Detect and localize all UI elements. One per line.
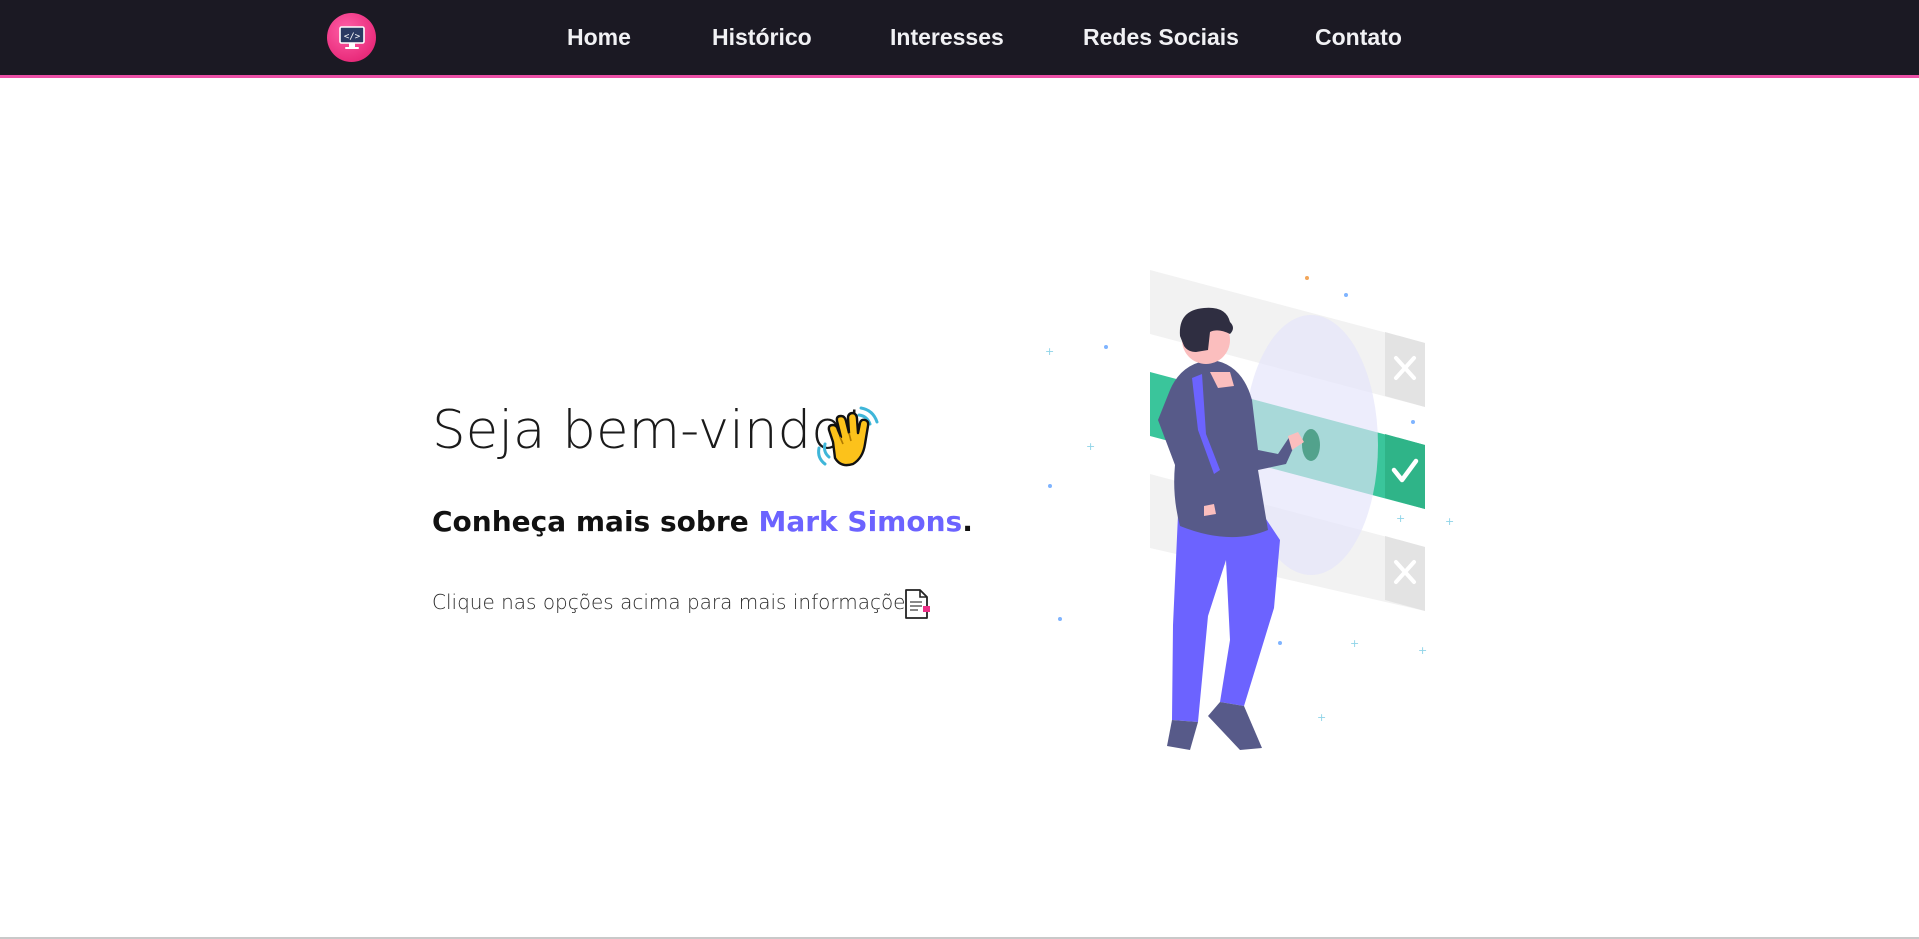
nav-link-historico[interactable]: Histórico bbox=[712, 24, 812, 51]
svg-text:+: + bbox=[1445, 515, 1454, 528]
nav-link-contato[interactable]: Contato bbox=[1315, 24, 1402, 51]
hero-subtitle: Conheça mais sobre Mark Simons. bbox=[432, 508, 973, 536]
nav-link-interesses[interactable]: Interesses bbox=[890, 24, 1004, 51]
top-navbar: </> Home Histórico Interesses Redes Soci… bbox=[0, 0, 1919, 78]
hero-subtitle-suffix: . bbox=[962, 505, 973, 538]
svg-text:+: + bbox=[1317, 711, 1326, 724]
nav-link-home[interactable]: Home bbox=[567, 24, 631, 51]
hero-subtitle-name: Mark Simons bbox=[758, 505, 963, 538]
waving-hand-icon bbox=[817, 406, 879, 467]
hero-hint: Clique nas opções acima para mais inform… bbox=[432, 590, 916, 614]
hero-title: Seja bem-vindo! bbox=[432, 400, 865, 461]
svg-text:+: + bbox=[1086, 440, 1095, 453]
nav-link-redes-sociais[interactable]: Redes Sociais bbox=[1083, 24, 1239, 51]
hero-subtitle-prefix: Conheça mais sobre bbox=[432, 505, 759, 538]
person-selecting-option-illustration: + + + + + + + bbox=[1045, 270, 1454, 750]
svg-text:+: + bbox=[1350, 637, 1359, 650]
svg-text:+: + bbox=[1045, 345, 1054, 358]
svg-text:+: + bbox=[1418, 644, 1427, 657]
svg-text:+: + bbox=[1396, 512, 1405, 525]
document-icon bbox=[905, 589, 930, 619]
nav-menu: Home Histórico Interesses Redes Sociais … bbox=[0, 0, 1919, 78]
